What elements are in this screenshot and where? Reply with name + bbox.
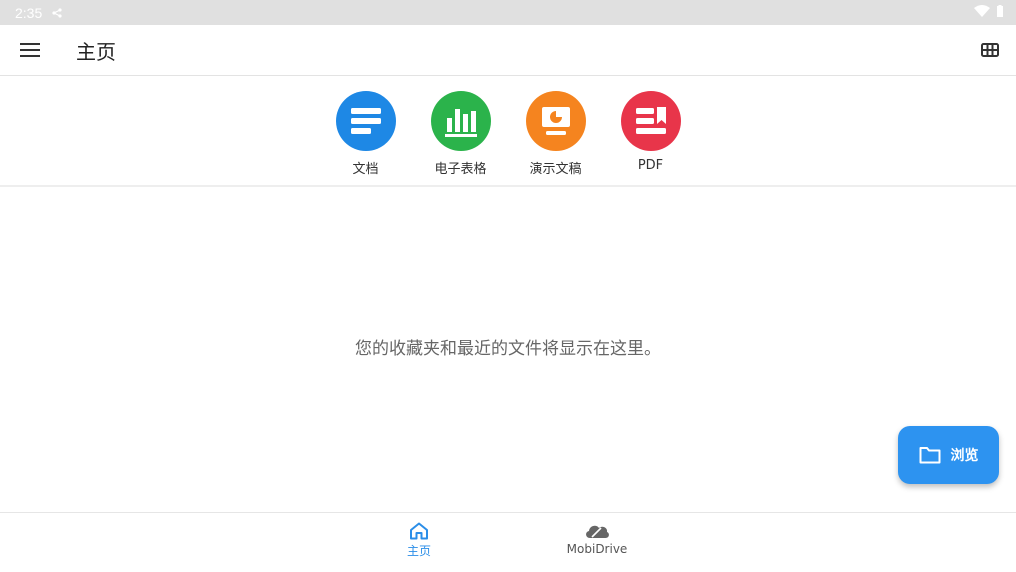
presentation-icon <box>525 91 586 151</box>
page-title: 主页 <box>76 39 116 64</box>
quick-action-presentation[interactable]: 演示文稿 <box>508 78 603 185</box>
folder-icon <box>919 447 940 464</box>
share-icon <box>52 7 62 18</box>
grid-view-icon <box>981 43 999 57</box>
quick-action-pdf[interactable]: PDF <box>603 78 698 185</box>
quick-action-label: 电子表格 <box>434 162 487 177</box>
nav-item-home[interactable]: 主页 <box>364 513 474 572</box>
quick-actions: 文档 电子表格 演示文稿 PDF <box>0 78 1016 185</box>
spreadsheet-icon <box>430 91 491 151</box>
nav-item-mobidrive[interactable]: MobiDrive <box>542 513 652 572</box>
app-bar: 主页 <box>0 25 1016 76</box>
cloud-icon <box>586 525 609 538</box>
bottom-nav: 主页 MobiDrive <box>0 512 1016 572</box>
battery-icon <box>996 4 1004 21</box>
quick-action-document[interactable]: 文档 <box>318 78 413 185</box>
browse-button[interactable]: 浏览 <box>898 426 999 484</box>
view-toggle-button[interactable] <box>966 26 1014 74</box>
status-bar: 2:35 <box>0 0 1016 25</box>
quick-action-label: PDF <box>637 158 664 173</box>
status-time: 2:35 <box>15 4 43 21</box>
empty-state: 您的收藏夹和最近的文件将显示在这里。 <box>0 187 1016 510</box>
empty-state-message: 您的收藏夹和最近的文件将显示在这里。 <box>355 339 661 359</box>
hamburger-menu-icon <box>20 43 40 57</box>
browse-button-label: 浏览 <box>950 448 979 464</box>
pdf-icon <box>620 91 681 151</box>
quick-action-label: 演示文稿 <box>529 162 582 177</box>
nav-item-label: MobiDrive <box>566 542 628 556</box>
document-icon <box>335 91 396 151</box>
home-icon <box>410 522 428 540</box>
quick-action-spreadsheet[interactable]: 电子表格 <box>413 78 508 185</box>
quick-action-label: 文档 <box>352 162 379 177</box>
wifi-icon <box>974 4 990 21</box>
menu-button[interactable] <box>0 25 60 76</box>
nav-item-label: 主页 <box>406 544 431 558</box>
